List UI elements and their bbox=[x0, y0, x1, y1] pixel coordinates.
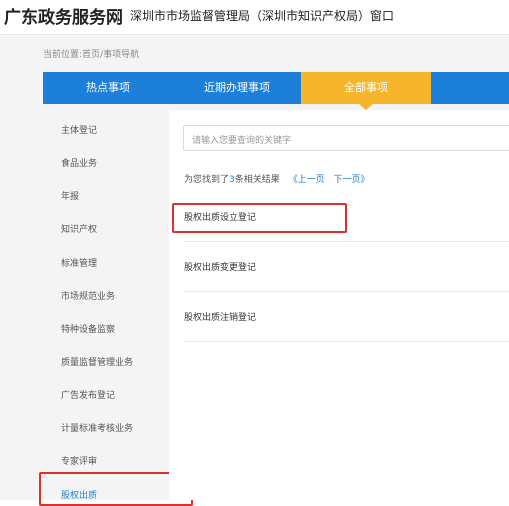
result-suffix: 条相关结果 bbox=[234, 175, 280, 185]
result-divider bbox=[184, 241, 509, 242]
sidebar-item-metrology-assessment[interactable]: 计量标准考核业务 bbox=[61, 421, 133, 434]
site-header: 广东政务服务网 深圳市市场监督管理局（深圳市知识产权局）窗口 bbox=[0, 0, 509, 35]
site-logo[interactable]: 广东政务服务网 bbox=[4, 3, 123, 28]
result-prefix: 为您找到了 bbox=[184, 175, 230, 185]
window-title: 深圳市市场监督管理局（深圳市知识产权局）窗口 bbox=[130, 9, 395, 23]
sidebar-item-market-regulation[interactable]: 市场规范业务 bbox=[61, 289, 115, 302]
tab-hot-items[interactable]: 热点事项 bbox=[43, 72, 173, 104]
sidebar-item-expert-review[interactable]: 专家评审 bbox=[61, 454, 97, 467]
sidebar-item-annual-report[interactable]: 年报 bbox=[61, 189, 79, 202]
breadcrumb: 当前位置:首页/事项导航 bbox=[43, 50, 140, 60]
result-item-equity-pledge-change[interactable]: 股权出质变更登记 bbox=[184, 260, 256, 273]
result-item-equity-pledge-cancel[interactable]: 股权出质注销登记 bbox=[184, 310, 256, 323]
result-summary: 为您找到了3条相关结果 《上一页 下一页》 bbox=[184, 172, 370, 185]
tab-bar: 热点事项 近期办理事项 全部事项 bbox=[43, 72, 509, 110]
tab-all-items[interactable]: 全部事项 bbox=[301, 72, 431, 104]
results-panel bbox=[169, 110, 509, 500]
keyword-search-input[interactable]: 请输入您要查询的关键字 bbox=[183, 125, 509, 151]
result-divider bbox=[184, 291, 509, 292]
sidebar-item-entity-registration[interactable]: 主体登记 bbox=[61, 123, 97, 136]
search-placeholder: 请输入您要查询的关键字 bbox=[192, 136, 292, 146]
header-divider bbox=[117, 9, 118, 23]
sidebar-item-standards-management[interactable]: 标准管理 bbox=[61, 256, 97, 269]
prev-page-link[interactable]: 《上一页 bbox=[289, 175, 325, 185]
result-selection-highlight bbox=[172, 203, 347, 233]
sidebar-item-food-business[interactable]: 食品业务 bbox=[61, 156, 97, 169]
sidebar-item-quality-supervision[interactable]: 质量监督管理业务 bbox=[61, 355, 133, 368]
tab-recent-items[interactable]: 近期办理事项 bbox=[173, 72, 301, 104]
result-divider bbox=[184, 341, 509, 342]
sidebar-item-special-equipment[interactable]: 特种设备监察 bbox=[61, 322, 115, 335]
sidebar-item-intellectual-property[interactable]: 知识产权 bbox=[61, 222, 97, 235]
next-page-link[interactable]: 下一页》 bbox=[334, 175, 370, 185]
sidebar-item-ad-registration[interactable]: 广告发布登记 bbox=[61, 388, 115, 401]
